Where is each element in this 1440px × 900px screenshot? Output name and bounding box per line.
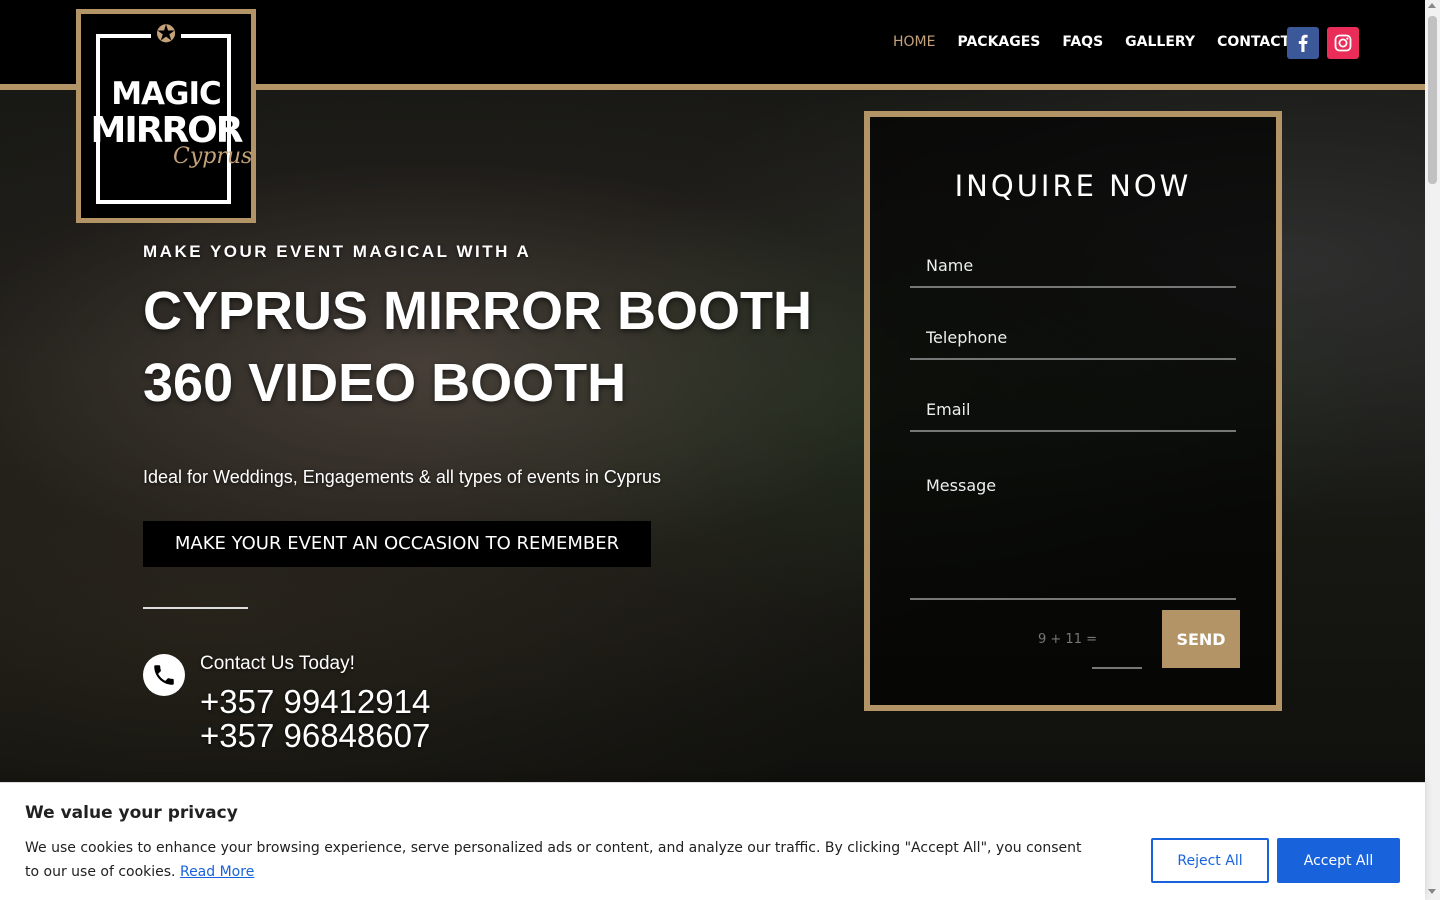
inquiry-form: INQUIRE NOW 9 + 11 = SEND	[864, 111, 1282, 711]
logo-word-cyprus: Cyprus	[173, 144, 253, 169]
phone-number-2[interactable]: +357 96848607	[200, 717, 430, 755]
scroll-up-icon[interactable]	[1428, 3, 1436, 8]
accept-all-button[interactable]: Accept All	[1277, 838, 1400, 883]
hero-divider	[143, 607, 248, 609]
read-more-link[interactable]: Read More	[180, 864, 254, 880]
headline-line1: CYPRUS MIRROR BOOTH	[143, 281, 813, 341]
nav-contact[interactable]: CONTACT	[1217, 34, 1290, 50]
nav-packages[interactable]: PACKAGES	[957, 34, 1040, 50]
headline-line2: 360 VIDEO BOOTH	[143, 353, 627, 413]
cookie-title: We value your privacy	[25, 803, 238, 823]
nav-gallery[interactable]: GALLERY	[1125, 34, 1195, 50]
scroll-down-icon[interactable]	[1428, 889, 1436, 894]
name-input[interactable]	[910, 244, 1236, 288]
message-input[interactable]	[910, 460, 1236, 600]
reject-all-button[interactable]: Reject All	[1151, 838, 1269, 883]
facebook-icon[interactable]	[1287, 27, 1319, 59]
logo-word-magic: MAGIC	[111, 76, 222, 112]
email-input[interactable]	[910, 388, 1236, 432]
hero-subtitle: Ideal for Weddings, Engagements & all ty…	[143, 467, 661, 487]
telephone-input[interactable]	[910, 316, 1236, 360]
captcha-question: 9 + 11 =	[1038, 632, 1097, 647]
site-logo[interactable]: ✪ MAGIC MIRROR Cyprus	[76, 9, 256, 223]
scrollbar-thumb[interactable]	[1428, 16, 1437, 184]
contact-label: Contact Us Today!	[200, 653, 355, 674]
instagram-icon[interactable]	[1327, 27, 1359, 59]
nav-home[interactable]: HOME	[893, 34, 935, 50]
cookie-banner: We value your privacy We use cookies to …	[0, 782, 1425, 900]
captcha-input[interactable]	[1092, 625, 1142, 669]
phone-icon	[143, 654, 185, 696]
cookie-text: We use cookies to enhance your browsing …	[25, 836, 1095, 884]
form-title: INQUIRE NOW	[954, 169, 1192, 203]
main-nav: HOME PACKAGES FAQS GALLERY CONTACT	[893, 34, 1312, 50]
hero-kicker: MAKE YOUR EVENT MAGICAL WITH A	[143, 242, 532, 261]
phone-number-1[interactable]: +357 99412914	[200, 683, 430, 721]
nav-faqs[interactable]: FAQS	[1062, 34, 1103, 50]
hero-headline: CYPRUS MIRROR BOOTH 360 VIDEO BOOTH	[143, 275, 812, 419]
camera-star-icon: ✪	[151, 20, 181, 50]
cta-button[interactable]: MAKE YOUR EVENT AN OCCASION TO REMEMBER	[143, 521, 651, 567]
send-button[interactable]: SEND	[1162, 610, 1240, 668]
